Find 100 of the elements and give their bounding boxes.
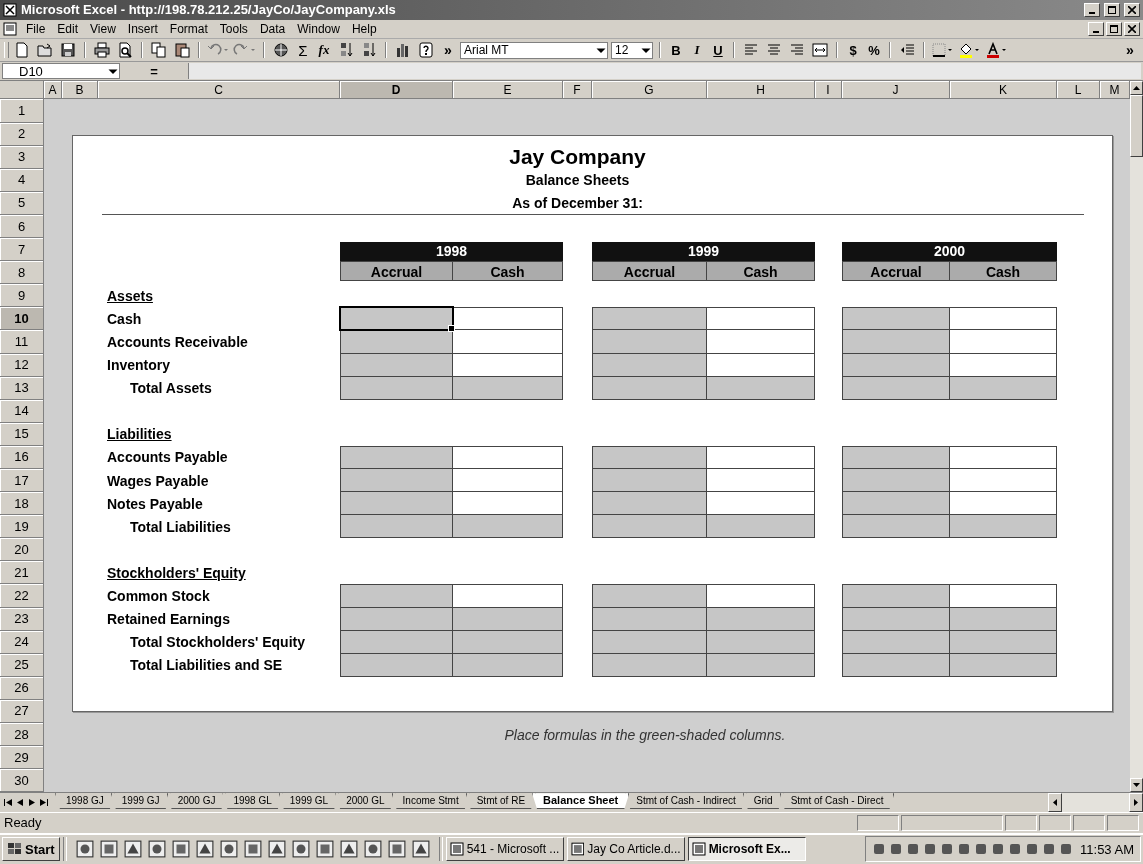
- input-cell[interactable]: [950, 630, 1057, 654]
- column-header[interactable]: E: [453, 81, 563, 100]
- input-cell[interactable]: [842, 376, 950, 400]
- column-header[interactable]: K: [950, 81, 1057, 100]
- input-cell[interactable]: [340, 330, 453, 354]
- input-cell[interactable]: [707, 584, 815, 608]
- formula-equals-button[interactable]: =: [124, 63, 184, 79]
- copy-icon[interactable]: [151, 42, 167, 59]
- tray-icon[interactable]: [906, 842, 921, 857]
- input-cell[interactable]: [453, 630, 563, 654]
- row-header[interactable]: 30: [0, 769, 44, 793]
- font-dropdown[interactable]: Arial MT: [460, 41, 608, 59]
- app-icon[interactable]: [219, 840, 238, 859]
- column-header[interactable]: H: [707, 81, 815, 100]
- italic-button[interactable]: I: [688, 41, 706, 60]
- row-header[interactable]: 20: [0, 538, 44, 562]
- input-cell[interactable]: [950, 492, 1057, 516]
- tray-icon[interactable]: [872, 842, 887, 857]
- menu-item[interactable]: Data: [254, 20, 291, 37]
- sheet-tab[interactable]: Grid: [742, 793, 784, 810]
- select-all-button[interactable]: [0, 81, 44, 100]
- input-cell[interactable]: [592, 445, 707, 469]
- input-cell[interactable]: [950, 515, 1057, 539]
- input-cell[interactable]: [707, 607, 815, 631]
- input-cell[interactable]: [842, 307, 950, 331]
- name-box[interactable]: D10: [2, 63, 120, 80]
- tray-icon[interactable]: [974, 842, 989, 857]
- app-icon[interactable]: [171, 840, 190, 859]
- column-header[interactable]: F: [563, 81, 592, 100]
- app-icon[interactable]: [195, 840, 214, 859]
- sheet-tab[interactable]: 1998 GJ: [55, 793, 115, 810]
- input-cell[interactable]: [592, 353, 707, 377]
- input-cell[interactable]: [842, 469, 950, 493]
- input-cell[interactable]: [340, 307, 453, 331]
- app-icon[interactable]: [315, 840, 334, 859]
- row-header[interactable]: 5: [0, 191, 44, 215]
- input-cell[interactable]: [707, 630, 815, 654]
- row-header[interactable]: 23: [0, 607, 44, 631]
- save-icon[interactable]: [60, 42, 76, 59]
- input-cell[interactable]: [453, 607, 563, 631]
- sort-descending-icon[interactable]: [361, 42, 377, 59]
- row-header[interactable]: 7: [0, 238, 44, 262]
- app-icon[interactable]: [387, 840, 406, 859]
- row-header[interactable]: 10: [0, 307, 44, 331]
- input-cell[interactable]: [340, 584, 453, 608]
- app-icon[interactable]: [291, 840, 310, 859]
- sheet-tab[interactable]: Income Stmt: [391, 793, 470, 810]
- bold-button[interactable]: B: [667, 41, 685, 60]
- tray-icon[interactable]: [957, 842, 972, 857]
- tray-icon[interactable]: [1025, 842, 1040, 857]
- scroll-down-button[interactable]: [1130, 778, 1143, 793]
- input-cell[interactable]: [707, 330, 815, 354]
- row-header[interactable]: 25: [0, 653, 44, 677]
- input-cell[interactable]: [950, 330, 1057, 354]
- row-header[interactable]: 29: [0, 746, 44, 770]
- input-cell[interactable]: [707, 445, 815, 469]
- app-icon[interactable]: [267, 840, 286, 859]
- tray-icon[interactable]: [1042, 842, 1057, 857]
- more-buttons[interactable]: »: [439, 41, 457, 60]
- row-header[interactable]: 28: [0, 723, 44, 747]
- row-header[interactable]: 4: [0, 168, 44, 192]
- input-cell[interactable]: [340, 653, 453, 677]
- open-folder-icon[interactable]: [37, 42, 53, 59]
- input-cell[interactable]: [453, 330, 563, 354]
- input-cell[interactable]: [453, 653, 563, 677]
- percent-button[interactable]: %: [865, 41, 883, 60]
- column-header[interactable]: G: [592, 81, 707, 100]
- row-header[interactable]: 14: [0, 399, 44, 423]
- input-cell[interactable]: [592, 607, 707, 631]
- menu-item[interactable]: View: [85, 20, 121, 37]
- column-header[interactable]: M: [1100, 81, 1130, 100]
- row-header[interactable]: 24: [0, 630, 44, 654]
- tray-icon[interactable]: [889, 842, 904, 857]
- taskbar-button[interactable]: Microsoft Ex...: [687, 837, 806, 862]
- column-header[interactable]: B: [62, 81, 98, 100]
- currency-button[interactable]: $: [844, 41, 862, 60]
- input-cell[interactable]: [707, 492, 815, 516]
- input-cell[interactable]: [592, 630, 707, 654]
- scroll-left-button[interactable]: [1048, 793, 1062, 812]
- input-cell[interactable]: [592, 653, 707, 677]
- input-cell[interactable]: [707, 307, 815, 331]
- input-cell[interactable]: [592, 307, 707, 331]
- input-cell[interactable]: [950, 584, 1057, 608]
- input-cell[interactable]: [340, 376, 453, 400]
- row-header[interactable]: 18: [0, 492, 44, 516]
- app-icon[interactable]: [339, 840, 358, 859]
- input-cell[interactable]: [842, 630, 950, 654]
- input-cell[interactable]: [453, 307, 563, 331]
- input-cell[interactable]: [950, 353, 1057, 377]
- column-header[interactable]: A: [44, 81, 62, 100]
- input-cell[interactable]: [592, 584, 707, 608]
- input-cell[interactable]: [950, 653, 1057, 677]
- column-header[interactable]: D: [340, 81, 453, 100]
- input-cell[interactable]: [592, 469, 707, 493]
- restore-button[interactable]: [1104, 2, 1120, 17]
- paste-icon[interactable]: [174, 42, 190, 59]
- input-cell[interactable]: [340, 353, 453, 377]
- input-cell[interactable]: [950, 469, 1057, 493]
- input-cell[interactable]: [453, 445, 563, 469]
- column-header[interactable]: C: [98, 81, 340, 100]
